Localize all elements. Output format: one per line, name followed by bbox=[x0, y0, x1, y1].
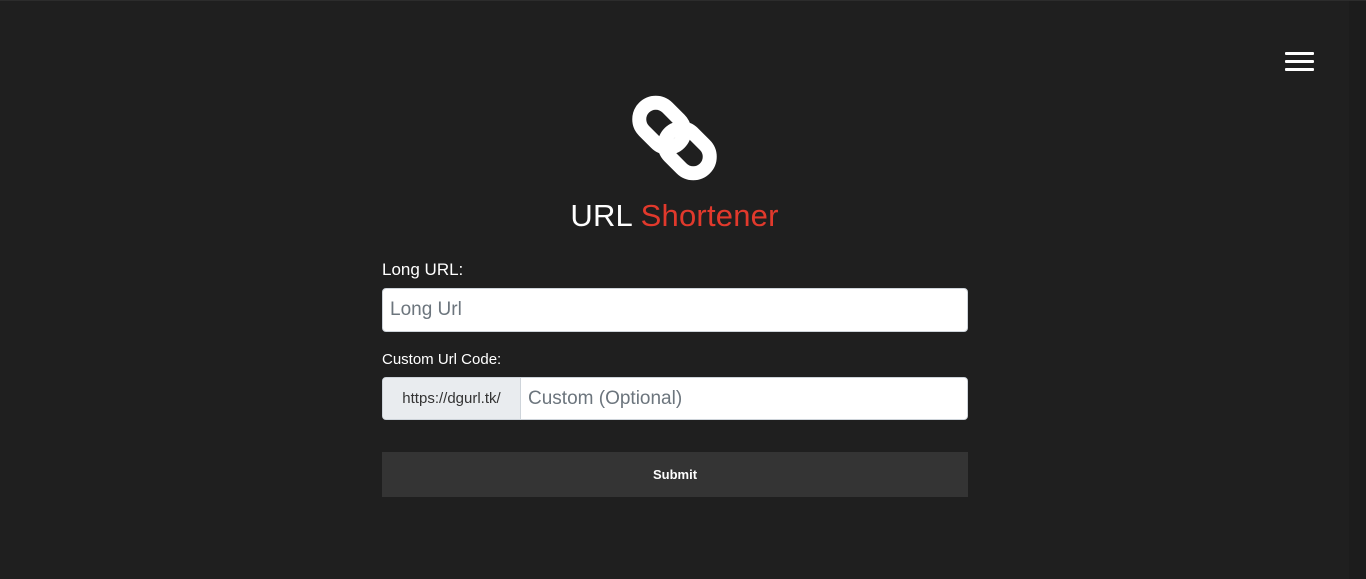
submit-button[interactable]: Submit bbox=[382, 452, 968, 497]
menu-bar-middle bbox=[1285, 60, 1314, 63]
long-url-input[interactable] bbox=[382, 288, 968, 332]
page-scroll-edge bbox=[1349, 1, 1366, 579]
long-url-label: Long URL: bbox=[382, 260, 464, 279]
custom-code-label: Custom Url Code: bbox=[382, 351, 502, 368]
page-title: URL Shortener bbox=[0, 196, 1349, 236]
custom-code-prefix: https://dgurl.tk/ bbox=[383, 378, 521, 419]
menu-bar-top bbox=[1285, 52, 1314, 55]
menu-bar-bottom bbox=[1285, 68, 1314, 71]
custom-code-input[interactable] bbox=[521, 378, 967, 419]
custom-code-group: https://dgurl.tk/ bbox=[382, 377, 968, 420]
title-url: URL bbox=[570, 198, 632, 233]
title-shortener: Shortener bbox=[640, 198, 779, 233]
page: URL Shortener Long URL: Custom Url Code:… bbox=[0, 0, 1366, 579]
chain-link-icon bbox=[632, 95, 717, 181]
hamburger-menu-icon[interactable] bbox=[1285, 52, 1315, 74]
